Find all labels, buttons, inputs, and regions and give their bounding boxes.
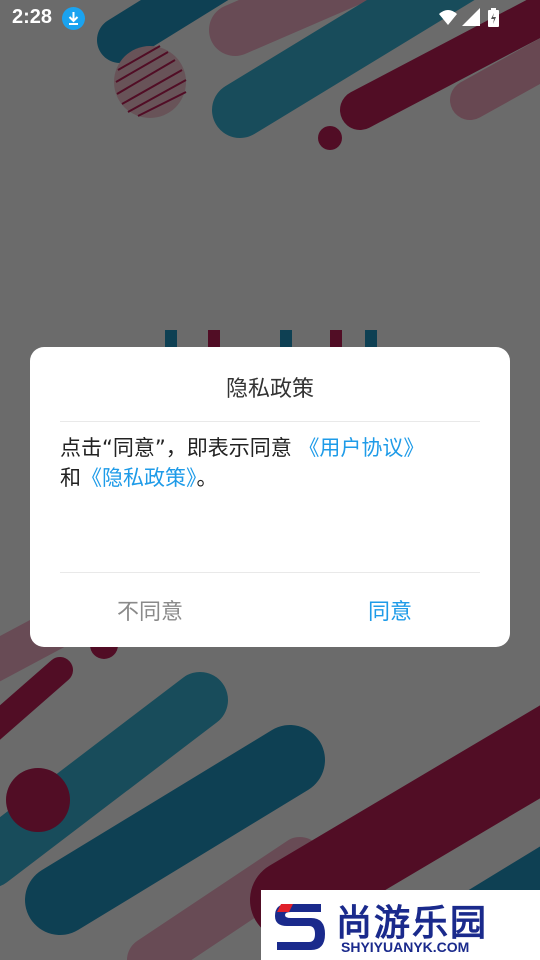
- status-bar: 2:28: [0, 0, 540, 36]
- message-and: 和: [60, 466, 81, 490]
- message-prefix: 点击“同意”，即表示同意: [60, 436, 299, 460]
- wifi-icon: [439, 10, 457, 25]
- watermark-logo-icon: [275, 904, 325, 950]
- privacy-policy-link[interactable]: 《隐私政策》: [81, 466, 197, 490]
- watermark-subtitle: SHYIYUANYK.COM: [341, 939, 470, 955]
- user-agreement-link[interactable]: 《用户协议》: [298, 436, 424, 460]
- privacy-policy-dialog: 隐私政策 点击“同意”，即表示同意 《用户协议》 和《隐私政策》。 不同意 同意: [30, 347, 510, 647]
- status-icons: [439, 8, 499, 27]
- watermark-banner: 尚游乐园 SHYIYUANYK.COM: [261, 890, 540, 960]
- divider: [60, 572, 480, 573]
- dialog-message: 点击“同意”，即表示同意 《用户协议》 和《隐私政策》。: [60, 433, 480, 493]
- disagree-button[interactable]: 不同意: [30, 583, 270, 637]
- signal-icon: [462, 8, 480, 26]
- divider: [60, 421, 480, 422]
- agree-button[interactable]: 同意: [270, 583, 510, 637]
- message-suffix: 。: [196, 466, 218, 490]
- status-time: 2:28: [12, 6, 53, 28]
- dialog-title: 隐私政策: [225, 377, 314, 402]
- battery-charging-icon: [488, 8, 499, 27]
- download-icon: [62, 7, 85, 30]
